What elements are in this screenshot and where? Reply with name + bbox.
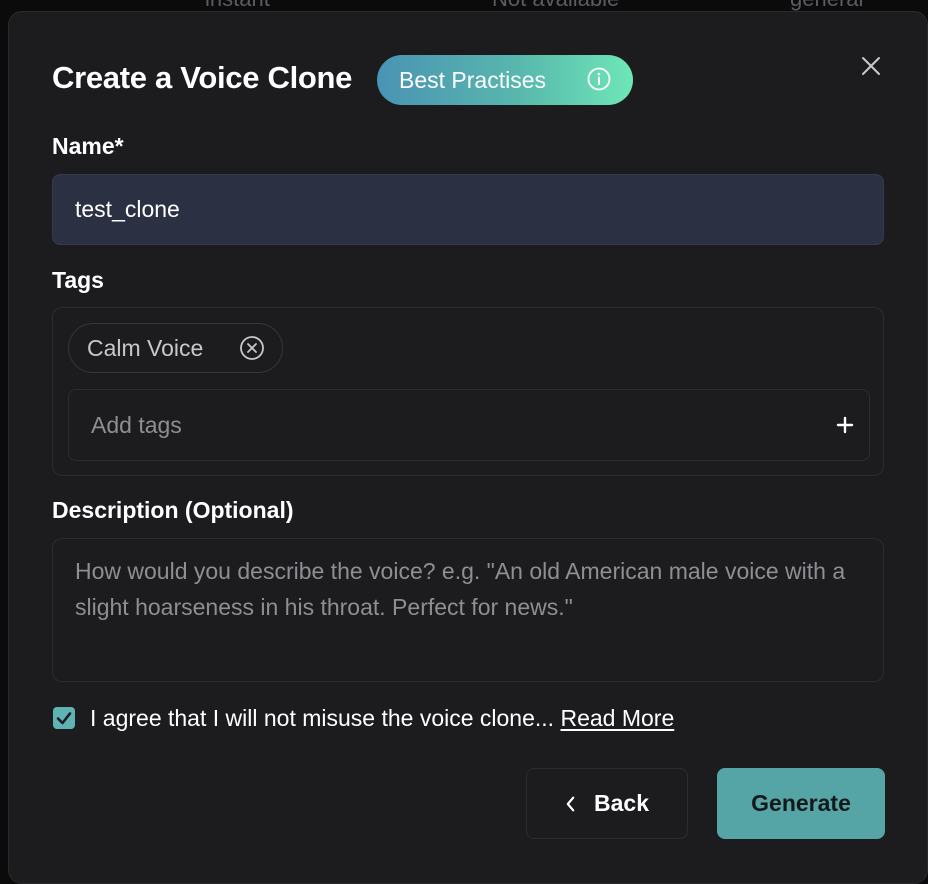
best-practises-button[interactable]: Best Practises	[377, 55, 633, 105]
name-label: Name*	[52, 133, 124, 159]
tags-label: Tags	[52, 267, 104, 293]
close-icon[interactable]	[859, 54, 883, 78]
chevron-left-icon	[566, 796, 575, 811]
description-textarea[interactable]	[52, 538, 884, 682]
plus-icon[interactable]	[836, 416, 854, 434]
tags-container: Calm Voice	[52, 307, 884, 476]
agreement-label: I agree that I will not misuse the voice…	[90, 705, 555, 731]
tag-chip: Calm Voice	[68, 323, 283, 373]
tag-chip-label: Calm Voice	[87, 334, 204, 361]
remove-circle-icon[interactable]	[239, 335, 265, 361]
generate-button[interactable]: Generate	[717, 768, 885, 839]
back-label: Back	[594, 790, 649, 816]
agreement-text: I agree that I will not misuse the voice…	[90, 705, 674, 732]
agree-checkbox[interactable]	[53, 707, 75, 729]
best-practises-label: Best Practises	[399, 66, 546, 93]
check-icon	[56, 712, 72, 725]
add-tags-input[interactable]	[68, 389, 870, 461]
read-more-link[interactable]: Read More	[560, 705, 674, 731]
description-label: Description (Optional)	[52, 497, 294, 523]
back-button[interactable]: Back	[526, 768, 688, 839]
name-input[interactable]	[52, 174, 884, 245]
dialog-title: Create a Voice Clone	[52, 60, 353, 95]
info-icon	[587, 67, 611, 91]
generate-label: Generate	[751, 790, 851, 816]
create-voice-clone-dialog: Create a Voice Clone Best Practises Name…	[8, 11, 928, 884]
